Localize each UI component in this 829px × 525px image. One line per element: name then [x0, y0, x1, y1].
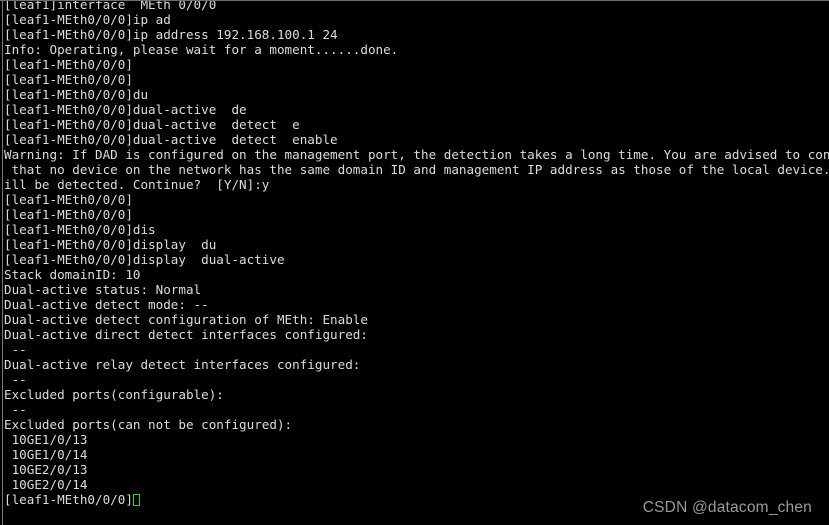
terminal-line: [leaf1-MEth0/0/0]dual-active detect e — [4, 117, 300, 132]
terminal-cursor — [132, 494, 140, 506]
terminal-line: Dual-active direct detect interfaces con… — [4, 327, 368, 342]
terminal-line: 10GE2/0/13 — [4, 462, 88, 477]
terminal-line: [leaf1-MEth0/0/0]ip address 192.168.100.… — [4, 27, 338, 42]
terminal-top-border — [0, 0, 829, 1]
terminal-line: [leaf1-MEth0/0/0]ip ad — [4, 12, 171, 27]
terminal-line: Excluded ports(can not be configured): — [4, 417, 293, 432]
terminal-line: Warning: If DAD is configured on the man… — [4, 147, 829, 162]
terminal-line: [leaf1-MEth0/0/0] — [4, 192, 133, 207]
terminal-line: Dual-active detect configuration of MEth… — [4, 312, 368, 327]
terminal-line: [leaf1-MEth0/0/0]dual-active de — [4, 102, 247, 117]
terminal-window[interactable]: [leaf1]interface MEth 0/0/0 [leaf1-MEth0/… — [0, 0, 829, 525]
csdn-watermark: CSDN @datacom_chen — [642, 499, 812, 516]
terminal-line: Dual-active status: Normal — [4, 282, 202, 297]
terminal-left-border — [2, 0, 3, 525]
terminal-line: ill be detected. Continue? [Y/N]:y — [4, 177, 270, 192]
terminal-line: [leaf1-MEth0/0/0]dual-active detect enab… — [4, 132, 338, 147]
terminal-output[interactable]: [leaf1]interface MEth 0/0/0 [leaf1-MEth0/… — [4, 0, 829, 507]
terminal-line: -- — [4, 402, 27, 417]
terminal-line: Dual-active relay detect interfaces conf… — [4, 357, 361, 372]
terminal-line: [leaf1]interface MEth 0/0/0 — [4, 0, 217, 12]
terminal-line: -- — [4, 372, 27, 387]
terminal-line: 10GE1/0/13 — [4, 432, 88, 447]
terminal-line: that no device on the network has the sa… — [11, 162, 829, 177]
terminal-line: [leaf1-MEth0/0/0]display du — [4, 237, 217, 252]
terminal-line: -- — [4, 342, 27, 357]
terminal-line: Excluded ports(configurable): — [4, 387, 224, 402]
terminal-line: Stack domainID: 10 — [4, 267, 141, 282]
terminal-line: [leaf1-MEth0/0/0]dis — [4, 222, 156, 237]
terminal-line: [leaf1-MEth0/0/0] — [4, 72, 133, 87]
terminal-line: [leaf1-MEth0/0/0] — [4, 207, 133, 222]
terminal-prompt-text: [leaf1-MEth0/0/0] — [4, 492, 133, 507]
terminal-line: 10GE1/0/14 — [4, 447, 88, 462]
terminal-line: [leaf1-MEth0/0/0]du — [4, 87, 149, 102]
terminal-line: [leaf1-MEth0/0/0]display dual-active — [4, 252, 285, 267]
terminal-line: Dual-active detect mode: -- — [4, 297, 209, 312]
terminal-line: Info: Operating, please wait for a momen… — [4, 42, 399, 57]
terminal-line: [leaf1-MEth0/0/0] — [4, 57, 133, 72]
terminal-line: 10GE2/0/14 — [4, 477, 88, 492]
